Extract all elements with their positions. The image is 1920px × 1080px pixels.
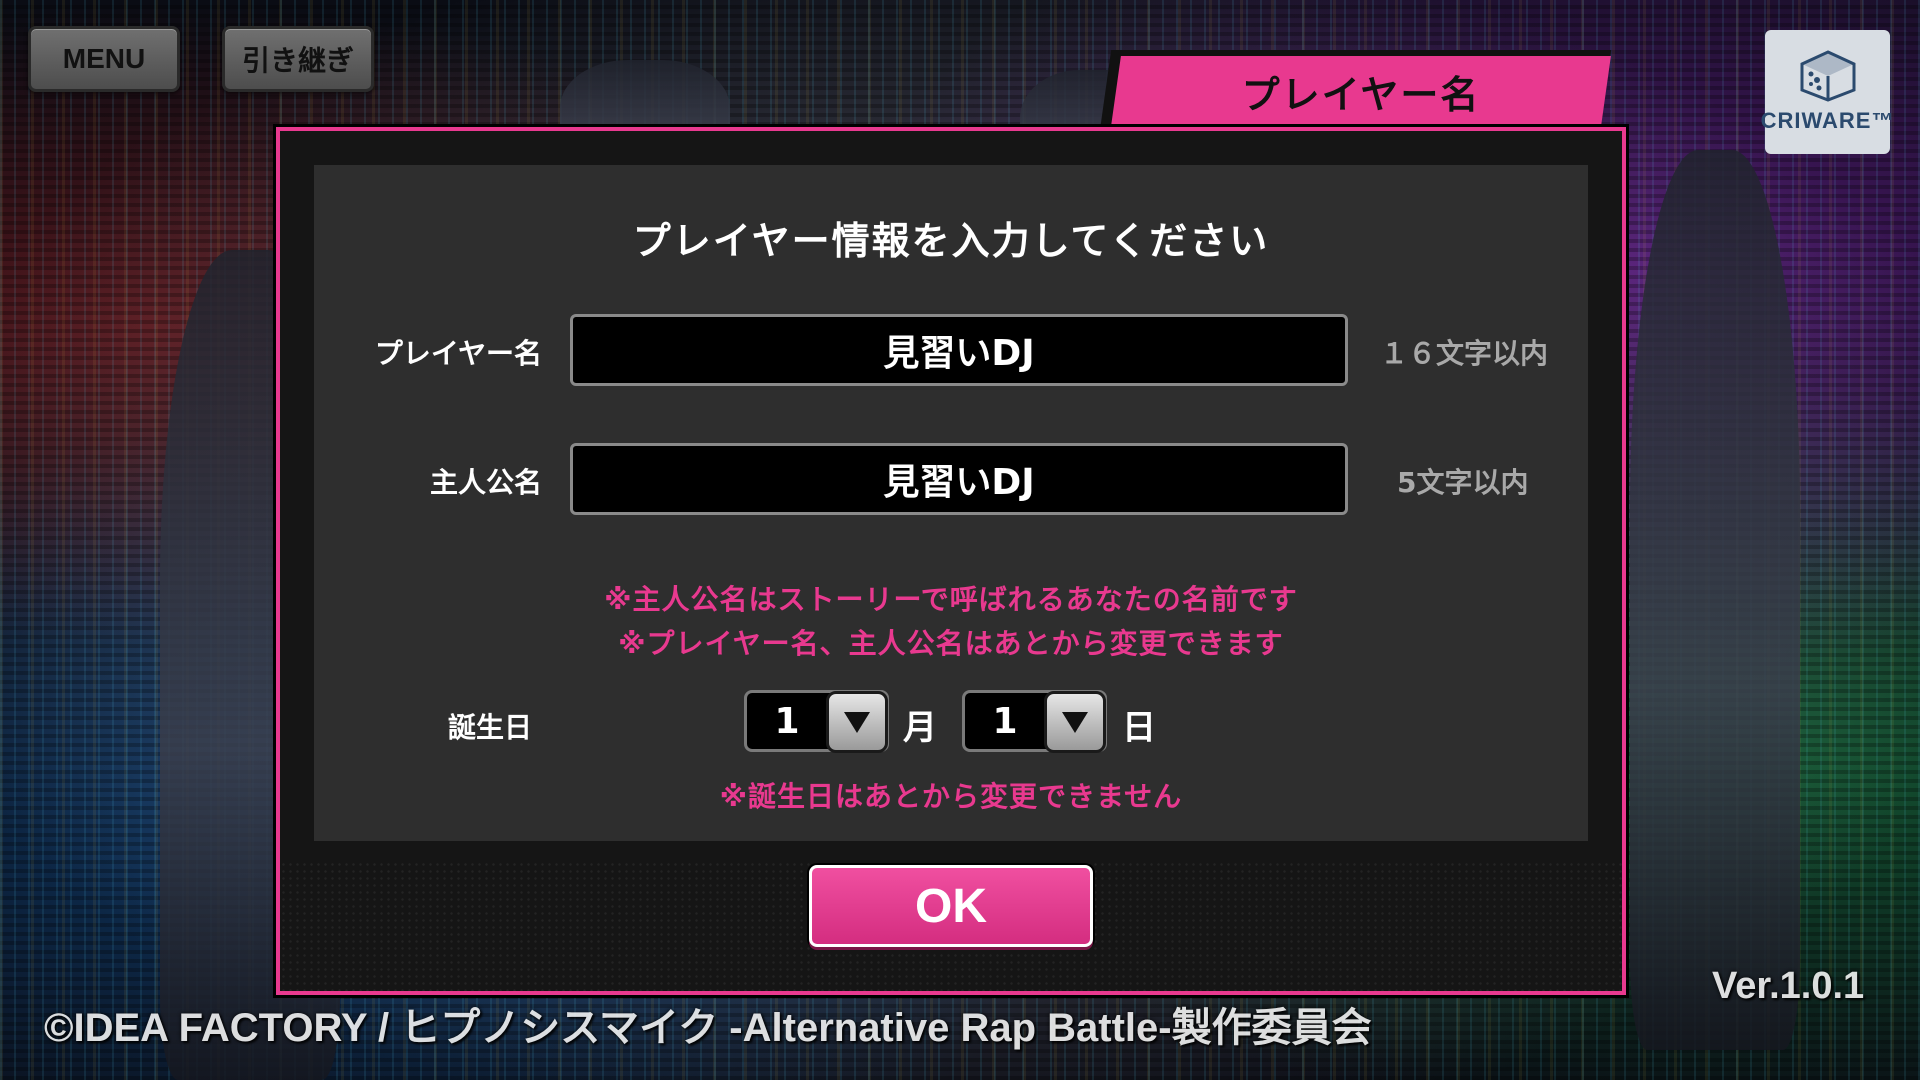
birth-month-value: 1 bbox=[774, 700, 800, 742]
player-name-field[interactable]: 見習いDJ bbox=[570, 314, 1348, 386]
change-later-note: ※プレイヤー名、主人公名はあとから変更できます bbox=[618, 627, 1284, 660]
handover-button[interactable]: 引き継ぎ bbox=[222, 26, 374, 92]
birthday-label: 誕生日 bbox=[447, 711, 532, 744]
hero-name-label: 主人公名 bbox=[429, 466, 542, 499]
month-unit: 月 bbox=[903, 708, 937, 748]
player-name-limit: １６文字以内 bbox=[1380, 337, 1549, 370]
birth-day-value: 1 bbox=[992, 700, 1018, 742]
background-character bbox=[1630, 150, 1800, 1050]
player-name-label: プレイヤー名 bbox=[374, 337, 542, 370]
dialog-tab-title: プレイヤー名 bbox=[1241, 72, 1481, 117]
copyright-text: ©IDEA FACTORY / ヒプノシスマイク -Alternative Ra… bbox=[44, 1006, 1372, 1050]
criware-cube-icon bbox=[1799, 50, 1857, 102]
day-dropdown-arrow-icon[interactable] bbox=[1044, 691, 1106, 753]
hero-name-field[interactable]: 見習いDJ bbox=[570, 443, 1348, 515]
birth-month-select[interactable]: 1 bbox=[744, 690, 889, 753]
version-text: Ver.1.0.1 bbox=[1712, 965, 1865, 1007]
hero-name-limit: 5文字以内 bbox=[1397, 466, 1529, 499]
dialog-heading: プレイヤー情報を入力してください bbox=[632, 219, 1270, 263]
hero-name-note: ※主人公名はストーリーで呼ばれるあなたの名前です bbox=[604, 583, 1298, 616]
birth-day-select[interactable]: 1 bbox=[962, 690, 1107, 753]
birthday-note: ※誕生日はあとから変更できません bbox=[719, 780, 1183, 813]
criware-label: CRIWARE™ bbox=[1760, 108, 1895, 133]
month-dropdown-arrow-icon[interactable] bbox=[826, 691, 888, 753]
criware-logo: CRIWARE™ bbox=[1761, 30, 1893, 154]
day-unit: 日 bbox=[1122, 708, 1156, 748]
menu-button[interactable]: MENU bbox=[28, 26, 180, 92]
ok-button[interactable]: OK bbox=[809, 865, 1093, 947]
